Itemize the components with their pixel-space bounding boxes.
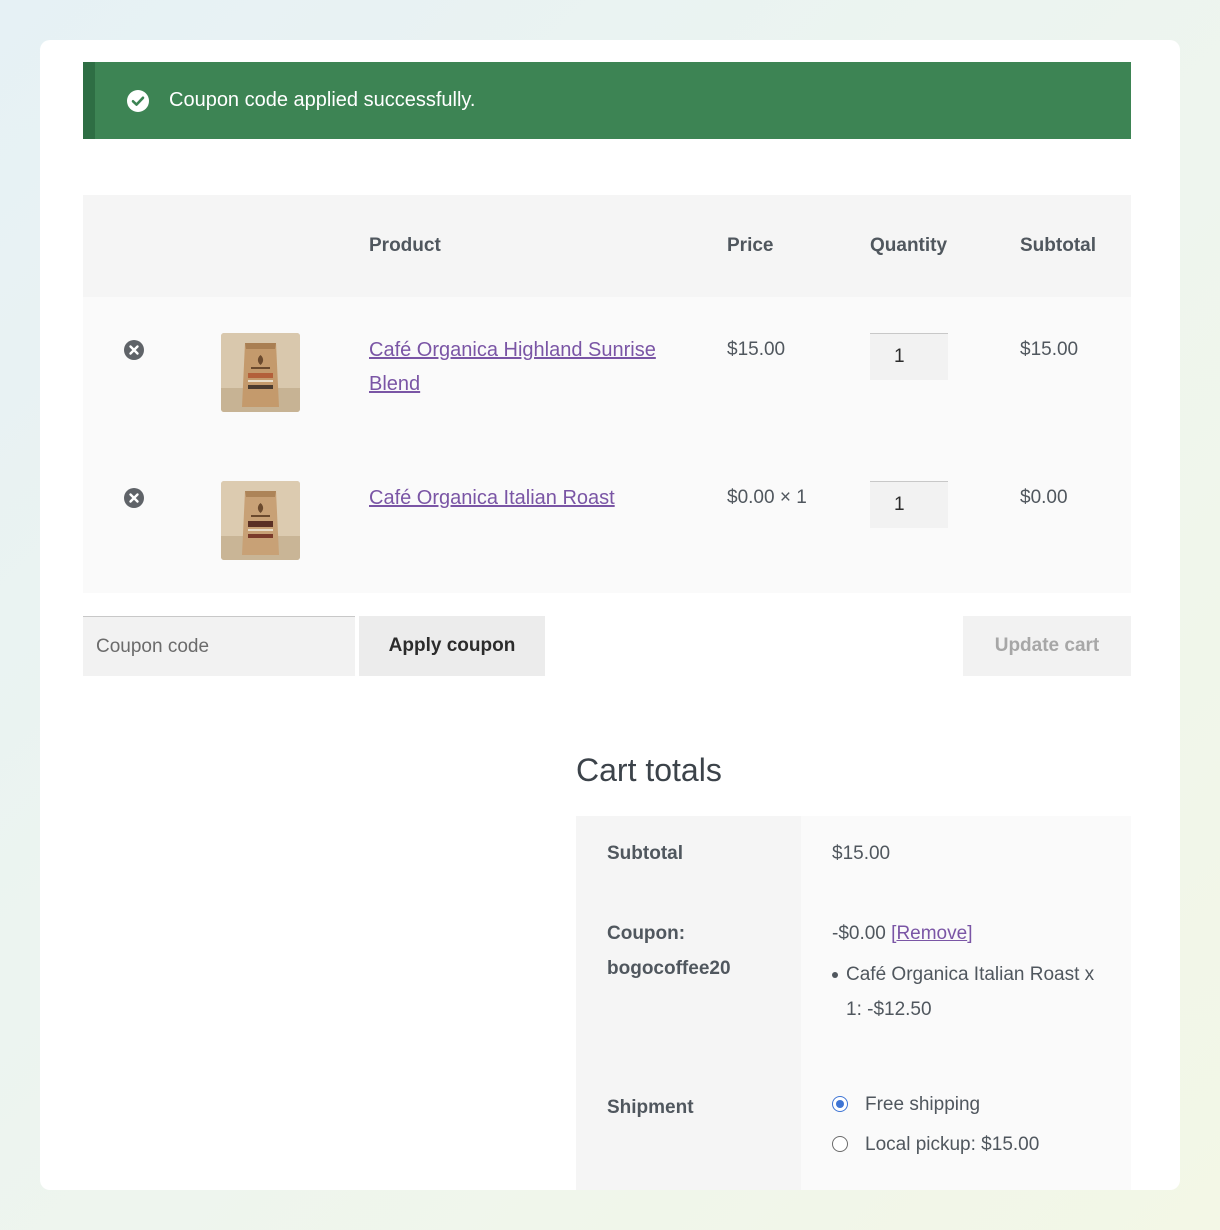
quantity-input[interactable] [870,333,948,380]
thumbnail-cell [221,297,369,445]
cart-totals-table: Subtotal $15.00 Coupon: bogocoffee20 -$0… [576,816,1131,1190]
item-subtotal: $15.00 [1020,339,1079,360]
header-remove [83,195,221,297]
quantity-cell [870,445,1020,593]
coupon-detail-list: Café Organica Italian Roast x 1: -$12.50 [832,957,1111,1027]
shipment-label: Shipment [576,1066,801,1190]
shipping-options-cell: Free shipping Local pickup: $15.00 [801,1066,1131,1190]
product-thumbnail[interactable] [221,333,300,412]
item-price: $0.00 × 1 [727,487,807,508]
item-subtotal: $0.00 [1020,487,1068,508]
update-cart-button[interactable]: Update cart [963,616,1131,676]
header-subtotal: Subtotal [1020,195,1131,297]
product-link[interactable]: Café Organica Italian Roast [369,445,645,515]
price-cell: $0.00 × 1 [727,445,870,593]
header-thumbnail [221,195,369,297]
product-name-cell: Café Organica Highland Sunrise Blend [369,297,727,445]
table-row: Café Organica Highland Sunrise Blend $15… [83,297,1131,445]
totals-shipment-row: Shipment Free shipping Local pickup: $15… [576,1066,1131,1190]
product-name-cell: Café Organica Italian Roast [369,445,727,593]
remove-item-icon[interactable] [123,487,145,509]
shipping-option-free[interactable]: Free shipping [832,1084,1111,1124]
remove-cell [83,297,221,445]
apply-coupon-button[interactable]: Apply coupon [359,616,545,676]
cart-page-card: Coupon code applied successfully. Produc… [40,40,1180,1190]
header-product: Product [369,195,727,297]
free-shipping-radio[interactable] [832,1096,848,1112]
check-circle-icon [127,89,149,112]
subtotal-cell: $15.00 [1020,297,1131,445]
coupon-label: Coupon: bogocoffee20 [576,892,801,1066]
cart-actions: Apply coupon Update cart [83,616,1131,676]
totals-subtotal-label: Subtotal [576,816,801,892]
shipping-option-pickup[interactable]: Local pickup: $15.00 [832,1124,1111,1164]
shipping-option-label: Free shipping [865,1093,981,1115]
success-notice: Coupon code applied successfully. [83,62,1131,139]
item-price: $15.00 [727,339,786,360]
cart-totals-title: Cart totals [576,752,722,788]
coupon-amount: -$0.00 [832,923,886,944]
price-cell: $15.00 [727,297,870,445]
quantity-input[interactable] [870,481,948,528]
coupon-amount-line: -$0.00 [Remove] [832,916,1111,951]
thumbnail-cell [221,445,369,593]
header-quantity: Quantity [870,195,1020,297]
product-thumbnail[interactable] [221,481,300,560]
shipping-option-label: Local pickup: $15.00 [865,1133,1040,1155]
subtotal-cell: $0.00 [1020,445,1131,593]
totals-subtotal-value: $15.00 [801,816,1131,892]
remove-item-icon[interactable] [123,339,145,361]
cart-table: Product Price Quantity Subtotal Café Org… [83,195,1131,593]
table-row: Café Organica Italian Roast $0.00 × 1 $0… [83,445,1131,593]
quantity-cell [870,297,1020,445]
header-price: Price [727,195,870,297]
remove-bracket-close: ] [967,923,973,944]
notice-message: Coupon code applied successfully. [169,89,476,111]
product-link[interactable]: Café Organica Highland Sunrise Blend [369,297,727,401]
remove-cell [83,445,221,593]
list-item: Café Organica Italian Roast x 1: -$12.50 [832,957,1111,1027]
remove-coupon-link[interactable]: Remove [896,923,967,944]
local-pickup-radio[interactable] [832,1136,848,1152]
coupon-code-input[interactable] [83,616,355,676]
totals-subtotal-row: Subtotal $15.00 [576,816,1131,892]
coupon-value-cell: -$0.00 [Remove] Café Organica Italian Ro… [801,892,1131,1066]
cart-table-header: Product Price Quantity Subtotal [83,195,1131,297]
totals-coupon-row: Coupon: bogocoffee20 -$0.00 [Remove] Caf… [576,892,1131,1066]
